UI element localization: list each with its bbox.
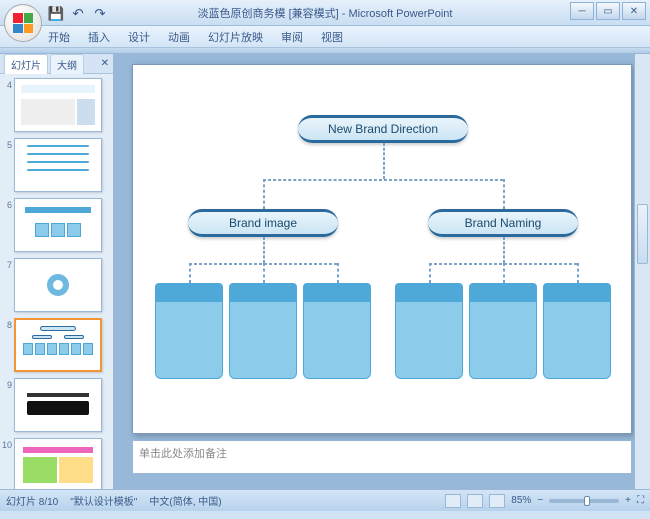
thumb-number: 7 bbox=[2, 258, 14, 270]
connector bbox=[503, 263, 505, 283]
thumb-number: 9 bbox=[2, 378, 14, 390]
status-template: "默认设计模板" bbox=[70, 493, 137, 508]
slide-panel-tabs: 幻灯片 大纲 ✕ bbox=[0, 54, 113, 74]
box-group-right[interactable] bbox=[395, 283, 611, 379]
thumb-number: 10 bbox=[2, 438, 14, 450]
thumb-number: 5 bbox=[2, 138, 14, 150]
titlebar: 💾 ↶ ↷ 淡蓝色原创商务模 [兼容模式] - Microsoft PowerP… bbox=[0, 0, 650, 26]
tab-insert[interactable]: 插入 bbox=[88, 29, 110, 45]
shape-left[interactable]: Brand image bbox=[188, 209, 338, 237]
status-slide: 幻灯片 8/10 bbox=[6, 493, 58, 508]
tab-outline[interactable]: 大纲 bbox=[50, 54, 84, 74]
scrollbar-thumb[interactable] bbox=[637, 204, 648, 264]
thumb-number: 6 bbox=[2, 198, 14, 210]
thumb-number: 4 bbox=[2, 78, 14, 90]
box[interactable] bbox=[395, 283, 463, 379]
tab-view[interactable]: 视图 bbox=[321, 29, 343, 45]
box[interactable] bbox=[155, 283, 223, 379]
window-controls: ─ ▭ ✕ bbox=[570, 2, 646, 20]
fit-icon[interactable]: ⛶ bbox=[637, 495, 644, 506]
notes-pane[interactable]: 单击此处添加备注 bbox=[132, 440, 632, 474]
close-panel-icon[interactable]: ✕ bbox=[101, 58, 109, 69]
slide-canvas[interactable]: New Brand Direction Brand image Brand Na… bbox=[132, 64, 632, 434]
window-title: 淡蓝色原创商务模 [兼容模式] - Microsoft PowerPoint bbox=[198, 5, 453, 21]
zoom-knob[interactable] bbox=[584, 496, 590, 506]
thumb-number: 8 bbox=[2, 318, 14, 330]
zoom-in-icon[interactable]: + bbox=[625, 495, 631, 506]
tab-animation[interactable]: 动画 bbox=[168, 29, 190, 45]
tab-slideshow[interactable]: 幻灯片放映 bbox=[208, 29, 263, 45]
save-icon[interactable]: 💾 bbox=[48, 6, 64, 22]
tab-home[interactable]: 开始 bbox=[48, 29, 70, 45]
view-normal-icon[interactable] bbox=[445, 494, 461, 508]
statusbar: 幻灯片 8/10 "默认设计模板" 中文(简体, 中国) 85% − + ⛶ bbox=[0, 489, 650, 511]
view-slideshow-icon[interactable] bbox=[489, 494, 505, 508]
shape-right-text: Brand Naming bbox=[465, 216, 542, 230]
connector bbox=[263, 179, 503, 181]
connector bbox=[337, 263, 339, 283]
connector bbox=[503, 179, 505, 209]
slide-panel: 幻灯片 大纲 ✕ 4 5 6 7 8 9 10 bbox=[0, 54, 114, 489]
box-group-left[interactable] bbox=[155, 283, 371, 379]
tab-review[interactable]: 审阅 bbox=[281, 29, 303, 45]
slide-thumb-8[interactable] bbox=[14, 318, 102, 372]
maximize-button[interactable]: ▭ bbox=[596, 2, 620, 20]
slide-thumb-6[interactable] bbox=[14, 198, 102, 252]
box[interactable] bbox=[303, 283, 371, 379]
connector bbox=[263, 179, 265, 209]
view-sorter-icon[interactable] bbox=[467, 494, 483, 508]
box[interactable] bbox=[469, 283, 537, 379]
ribbon-tabs: 开始 插入 设计 动画 幻灯片放映 审阅 视图 bbox=[0, 26, 650, 48]
slide-thumb-10[interactable] bbox=[14, 438, 102, 489]
quick-access-toolbar: 💾 ↶ ↷ bbox=[48, 3, 108, 22]
slide-thumb-9[interactable] bbox=[14, 378, 102, 432]
zoom-level: 85% bbox=[511, 495, 531, 506]
box[interactable] bbox=[543, 283, 611, 379]
connector bbox=[263, 263, 265, 283]
main-area: 幻灯片 大纲 ✕ 4 5 6 7 8 9 10 New Brand Direct… bbox=[0, 54, 650, 489]
zoom-out-icon[interactable]: − bbox=[537, 495, 543, 506]
shape-top-text: New Brand Direction bbox=[328, 122, 438, 136]
slide-thumb-7[interactable] bbox=[14, 258, 102, 312]
slide-thumb-5[interactable] bbox=[14, 138, 102, 192]
connector bbox=[383, 143, 385, 179]
connector bbox=[577, 263, 579, 283]
connector bbox=[429, 263, 431, 283]
box[interactable] bbox=[229, 283, 297, 379]
shape-right[interactable]: Brand Naming bbox=[428, 209, 578, 237]
redo-icon[interactable]: ↷ bbox=[92, 6, 108, 22]
minimize-button[interactable]: ─ bbox=[570, 2, 594, 20]
shape-left-text: Brand image bbox=[229, 216, 297, 230]
tab-design[interactable]: 设计 bbox=[128, 29, 150, 45]
status-lang: 中文(简体, 中国) bbox=[149, 493, 221, 508]
shape-top[interactable]: New Brand Direction bbox=[298, 115, 468, 143]
office-logo-icon bbox=[13, 13, 33, 33]
slide-thumb-4[interactable] bbox=[14, 78, 102, 132]
office-button[interactable] bbox=[4, 4, 42, 42]
zoom-slider[interactable] bbox=[549, 499, 619, 503]
connector bbox=[189, 263, 191, 283]
thumbnail-list[interactable]: 4 5 6 7 8 9 10 bbox=[0, 74, 113, 489]
undo-icon[interactable]: ↶ bbox=[70, 6, 86, 22]
connector bbox=[503, 237, 505, 263]
vertical-scrollbar[interactable] bbox=[634, 54, 650, 489]
connector bbox=[263, 237, 265, 263]
tab-slides[interactable]: 幻灯片 bbox=[4, 54, 48, 74]
slide-editor: New Brand Direction Brand image Brand Na… bbox=[114, 54, 650, 489]
close-button[interactable]: ✕ bbox=[622, 2, 646, 20]
